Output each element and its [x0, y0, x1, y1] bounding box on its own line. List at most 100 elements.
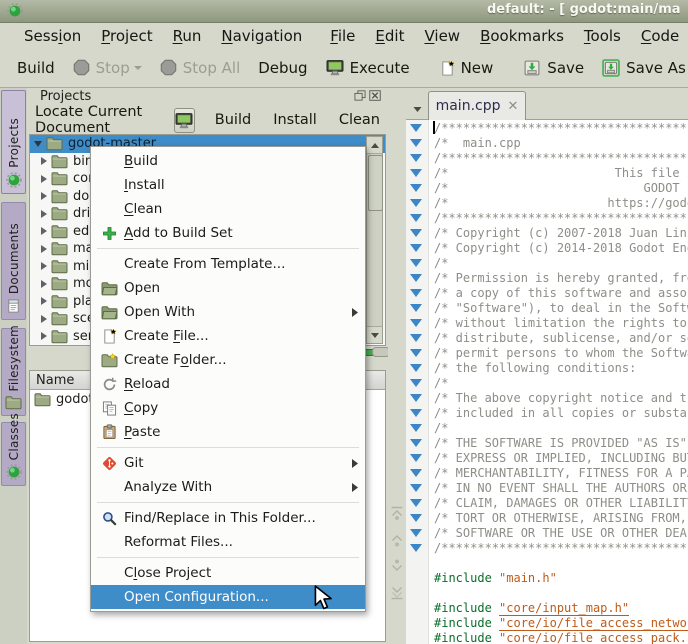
new-button[interactable]: New	[431, 54, 503, 82]
dropdown-caret-icon[interactable]	[134, 66, 142, 70]
fold-marker-icon[interactable]	[410, 289, 422, 297]
code-line[interactable]: /* THE SOFTWARE IS PROVIDED "AS IS", WIT…	[434, 436, 688, 451]
code-line[interactable]: #include "core/io/file_access_network.h"	[434, 616, 688, 631]
float-icon[interactable]	[354, 90, 366, 101]
include-path[interactable]: "core/io/file_access_network.h"	[499, 616, 688, 631]
sidebar-tab-filesystem[interactable]: Filesystem	[1, 328, 26, 416]
fold-marker-icon[interactable]	[410, 499, 422, 507]
context-item-clean[interactable]: Clean	[91, 197, 365, 221]
code-editor[interactable]: /***************************************…	[406, 120, 688, 644]
tab-main-cpp[interactable]: main.cpp ✕	[428, 91, 526, 120]
build-widget-button[interactable]	[174, 108, 195, 133]
fold-marker-icon[interactable]	[410, 274, 422, 282]
context-item-add-to-build-set[interactable]: Add to Build Set	[91, 221, 365, 245]
include-path[interactable]: "core/io/file_access_pack.h"	[499, 631, 688, 644]
context-item-paste[interactable]: Paste	[91, 420, 365, 444]
code-line[interactable]: #include "core/input_map.h"	[434, 601, 688, 616]
expand-arrow-icon[interactable]	[41, 297, 47, 305]
collapse-arrow-icon[interactable]	[34, 141, 42, 147]
menu-run[interactable]: Run	[163, 25, 212, 47]
fold-marker-icon[interactable]	[410, 334, 422, 342]
code-line[interactable]: /* https://godotengine.org */	[434, 196, 688, 211]
fold-marker-icon[interactable]	[410, 469, 422, 477]
code-line[interactable]: /* */	[434, 256, 688, 271]
expand-arrow-icon[interactable]	[41, 210, 47, 218]
menu-project[interactable]: Project	[91, 25, 162, 47]
scrollbar-thumb[interactable]	[368, 155, 383, 211]
expand-arrow-icon[interactable]	[41, 262, 47, 270]
code-line[interactable]: /* TORT OR OTHERWISE, ARISING FROM, OUT …	[434, 511, 688, 526]
code-line[interactable]: /* a copy of this software and associate…	[434, 286, 688, 301]
expand-arrow-icon[interactable]	[41, 175, 47, 183]
fold-marker-icon[interactable]	[410, 349, 422, 357]
code-line[interactable]: /* CLAIM, DAMAGES OR OTHER LIABILITY, WH…	[434, 496, 688, 511]
code-line[interactable]: /* Permission is hereby granted, free of…	[434, 271, 688, 286]
menu-edit[interactable]: Edit	[365, 25, 414, 47]
code-line[interactable]: /* IN NO EVENT SHALL THE AUTHORS OR COPY…	[434, 481, 688, 496]
code-line[interactable]: /* the following conditions: */	[434, 361, 688, 376]
menu-code[interactable]: Code	[631, 25, 688, 47]
code-line[interactable]: /* This file is part of: */	[434, 166, 688, 181]
menu-navigation[interactable]: Navigation	[211, 25, 312, 47]
code-line[interactable]: /* Copyright (c) 2014-2018 Godot Engine …	[434, 241, 688, 256]
context-item-copy[interactable]: Copy	[91, 396, 365, 420]
code-line[interactable]: /* Copyright (c) 2007-2018 Juan Linietsk…	[434, 226, 688, 241]
fold-marker-icon[interactable]	[410, 409, 422, 417]
expand-arrow-icon[interactable]	[41, 280, 47, 288]
fold-margin[interactable]	[406, 120, 429, 644]
code-line[interactable]: /***************************************…	[434, 151, 688, 166]
fold-marker-icon[interactable]	[410, 424, 422, 432]
code-line[interactable]: /* without limitation the rights to use,…	[434, 316, 688, 331]
go-down-icon[interactable]	[389, 558, 405, 574]
code-line[interactable]: /* SOFTWARE OR THE USE OR OTHER DEALINGS…	[434, 526, 688, 541]
menu-session[interactable]: Session	[14, 25, 91, 47]
stop-button[interactable]: Stop	[64, 54, 151, 82]
context-item-find-replace-in-this-folder[interactable]: Find/Replace in This Folder...	[91, 506, 365, 530]
expand-arrow-icon[interactable]	[41, 192, 47, 200]
menu-tools[interactable]: Tools	[574, 25, 631, 47]
go-bottom-icon[interactable]	[389, 585, 405, 601]
context-item-reformat-files[interactable]: Reformat Files...	[91, 530, 365, 554]
fold-marker-icon[interactable]	[410, 214, 422, 222]
fold-marker-icon[interactable]	[410, 139, 422, 147]
expand-arrow-icon[interactable]	[41, 332, 47, 340]
code-line[interactable]: #include "main.h"	[434, 571, 688, 586]
fold-marker-icon[interactable]	[410, 259, 422, 267]
tree-scrollbar[interactable]	[366, 136, 383, 344]
go-up-icon[interactable]	[389, 532, 405, 548]
build-project-button[interactable]: Build	[207, 109, 259, 131]
context-item-create-folder[interactable]: Create Folder...	[91, 348, 365, 372]
code-line[interactable]	[434, 586, 688, 601]
context-item-close-project[interactable]: Close Project	[91, 561, 365, 585]
expand-arrow-icon[interactable]	[41, 227, 47, 235]
fold-marker-icon[interactable]	[410, 184, 422, 192]
context-item-git[interactable]: Git	[91, 451, 365, 475]
context-item-reload[interactable]: Reload	[91, 372, 365, 396]
context-item-create-file[interactable]: Create File...	[91, 324, 365, 348]
fold-marker-icon[interactable]	[410, 529, 422, 537]
code-line[interactable]: /* */	[434, 421, 688, 436]
code-line[interactable]: /***************************************…	[434, 121, 688, 136]
code-line[interactable]: /* included in all copies or substantial…	[434, 406, 688, 421]
code-line[interactable]: /* The above copyright notice and this p…	[434, 391, 688, 406]
fold-marker-icon[interactable]	[410, 514, 422, 522]
include-path[interactable]: "core/input_map.h"	[499, 601, 629, 616]
context-item-install[interactable]: Install	[91, 173, 365, 197]
menu-view[interactable]: View	[414, 25, 470, 47]
code-line[interactable]: #include "core/io/file_access_pack.h"	[434, 631, 688, 644]
fold-marker-icon[interactable]	[410, 169, 422, 177]
code-line[interactable]: /* "Software"), to deal in the Software …	[434, 301, 688, 316]
stop-all-button[interactable]: Stop All	[151, 54, 249, 82]
code-line[interactable]: /* */	[434, 376, 688, 391]
code-line[interactable]: /* GODOT ENGINE */	[434, 181, 688, 196]
expand-arrow-icon[interactable]	[41, 157, 47, 165]
sidebar-tab-documents[interactable]: Documents	[1, 202, 26, 320]
go-top-icon[interactable]	[389, 505, 405, 521]
tab-close-icon[interactable]: ✕	[508, 99, 519, 114]
context-item-analyze-with[interactable]: Analyze With	[91, 475, 365, 499]
context-item-create-from-template[interactable]: Create From Template...	[91, 252, 365, 276]
sidebar-tab-projects[interactable]: Projects	[1, 90, 26, 194]
code-line[interactable]: /* EXPRESS OR IMPLIED, INCLUDING BUT NOT…	[434, 451, 688, 466]
close-icon[interactable]	[369, 90, 381, 101]
fold-marker-icon[interactable]	[410, 484, 422, 492]
